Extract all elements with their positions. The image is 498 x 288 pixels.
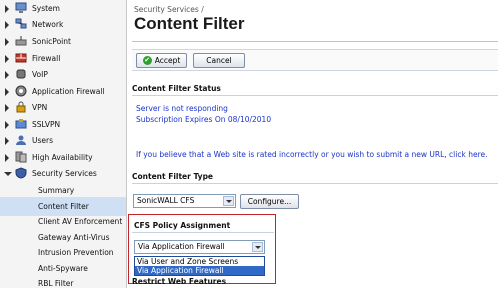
select-value: SonicWALL CFS	[137, 196, 195, 205]
sidebar-subitem-label: Client AV Enforcement	[38, 217, 123, 226]
sidebar-item-label: SSLVPN	[32, 120, 61, 129]
divider	[132, 232, 274, 233]
dropdown-option-selected[interactable]: Via Application Firewall	[135, 266, 264, 275]
configure-label: Configure...	[247, 197, 292, 206]
sidebar: System Network SonicPoint Firewall VoIP …	[0, 0, 127, 288]
users-icon	[16, 135, 26, 145]
sidebar-item-label: Users	[32, 136, 54, 145]
chevron-down-icon[interactable]	[223, 196, 234, 206]
type-section-title: Content Filter Type	[132, 172, 214, 181]
phone-icon	[16, 69, 26, 79]
sidebar-subitem-label: RBL Filter	[38, 279, 74, 288]
dropdown-option[interactable]: Via User and Zone Screens	[135, 257, 264, 266]
status-section-title: Content Filter Status	[132, 84, 221, 93]
checkmark-icon: ✔	[142, 56, 152, 65]
submit-url-link[interactable]: If you believe that a Web site is rated …	[136, 150, 488, 159]
sidebar-subitem-label: Content Filter	[38, 202, 89, 211]
select-value: Via Application Firewall	[138, 242, 225, 251]
divider	[132, 95, 498, 96]
expand-arrow-icon[interactable]	[5, 137, 9, 145]
accept-label: Accept	[154, 56, 181, 65]
configure-button[interactable]: Configure...	[240, 194, 299, 209]
sidebar-item-label: Firewall	[32, 54, 61, 63]
sidebar-subitem-label: Anti-Spyware	[38, 264, 88, 273]
expand-arrow-icon[interactable]	[5, 154, 9, 162]
expand-arrow-icon[interactable]	[5, 88, 9, 96]
monitor-icon	[15, 2, 27, 13]
collapse-arrow-icon[interactable]	[4, 172, 12, 176]
sslvpn-icon	[15, 119, 27, 129]
divider	[132, 41, 498, 42]
status-server-text: Server is not responding	[136, 104, 228, 113]
sidebar-subitem-label: Intrusion Prevention	[38, 248, 114, 257]
sidebar-item-label: VoIP	[32, 70, 48, 79]
sidebar-subitem-label: Summary	[38, 186, 75, 195]
expand-arrow-icon[interactable]	[5, 121, 9, 129]
sidebar-subitem-rbl-filter[interactable]: RBL Filter	[0, 274, 126, 288]
policy-section-title: CFS Policy Assignment	[134, 221, 231, 230]
app-firewall-icon	[15, 85, 27, 97]
restrict-section-title: Restrict Web Features	[132, 277, 227, 286]
divider	[132, 183, 498, 184]
expand-arrow-icon[interactable]	[5, 104, 9, 112]
sidebar-item-label: Security Services	[32, 169, 97, 178]
sidebar-subitem-label: Gateway Anti-Virus	[38, 233, 110, 242]
expand-arrow-icon[interactable]	[5, 71, 9, 79]
sidebar-item-label: VPN	[32, 103, 48, 112]
firewall-icon	[15, 53, 27, 63]
expand-arrow-icon[interactable]	[5, 55, 9, 63]
cancel-label: Cancel	[206, 56, 232, 65]
button-bar: ✔ Accept Cancel	[132, 49, 498, 71]
main-panel: Security Services / Content Filter ✔ Acc…	[128, 0, 498, 288]
cfs-policy-select[interactable]: Via Application Firewall	[134, 240, 265, 254]
cancel-button[interactable]: Cancel	[193, 53, 245, 68]
expand-arrow-icon[interactable]	[5, 38, 9, 46]
sidebar-item-label: Network	[32, 20, 64, 29]
servers-icon	[15, 151, 27, 163]
breadcrumb[interactable]: Security Services /	[134, 5, 204, 14]
expand-arrow-icon[interactable]	[5, 21, 9, 29]
access-point-icon	[15, 36, 27, 46]
chevron-down-icon[interactable]	[252, 242, 263, 252]
network-icon	[15, 18, 27, 29]
status-subscription-text: Subscription Expires On 08/10/2010	[136, 115, 272, 124]
accept-button[interactable]: ✔ Accept	[136, 53, 187, 68]
cfs-policy-dropdown-list: Via User and Zone Screens Via Applicatio…	[134, 256, 265, 276]
sidebar-item-label: System	[32, 4, 60, 13]
vpn-lock-icon	[16, 101, 26, 113]
sidebar-item-label: SonicPoint	[32, 37, 71, 46]
page-title: Content Filter	[134, 14, 245, 33]
sidebar-item-label: Application Firewall	[32, 87, 105, 96]
content-filter-type-select[interactable]: SonicWALL CFS	[133, 194, 236, 208]
shield-icon	[15, 167, 27, 179]
sidebar-item-label: High Availability	[32, 153, 93, 162]
expand-arrow-icon[interactable]	[5, 5, 9, 13]
